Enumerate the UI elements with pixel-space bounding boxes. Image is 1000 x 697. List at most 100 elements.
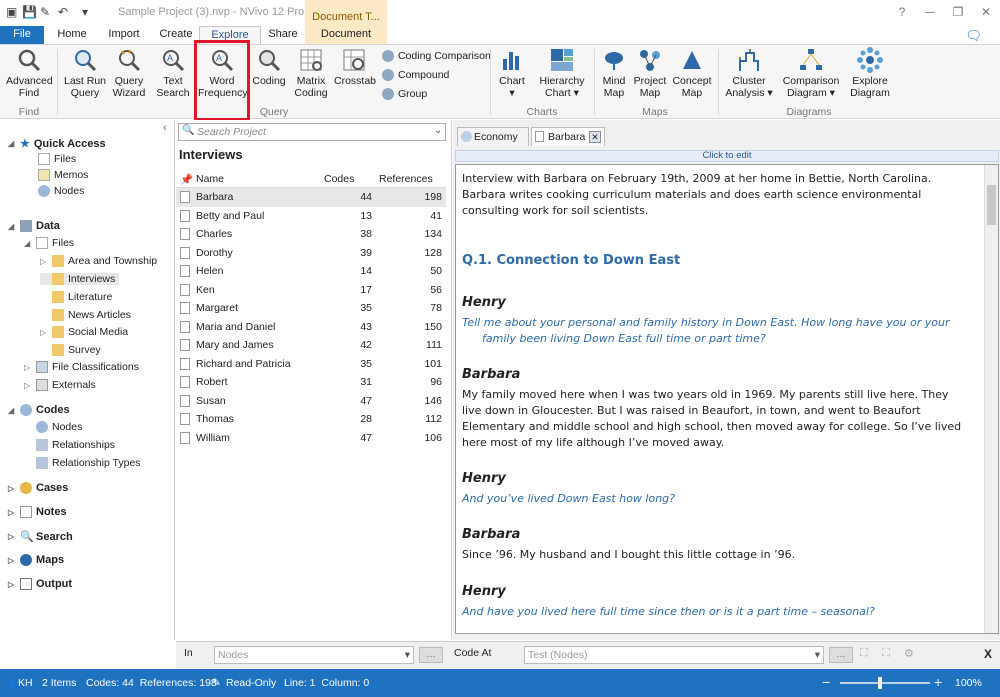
comparison-diagram-button[interactable]: Comparison Diagram ▾ bbox=[782, 47, 840, 99]
table-row[interactable]: Helen 14 50 bbox=[176, 262, 446, 281]
code-at-combo[interactable]: Test (Nodes) bbox=[524, 646, 824, 664]
close-button[interactable]: ✕ bbox=[972, 0, 1000, 26]
click-to-edit-bar[interactable]: Click to edit bbox=[455, 150, 999, 162]
nav-codes-nodes[interactable]: Nodes bbox=[24, 421, 82, 433]
table-row[interactable]: Charles 38 134 bbox=[176, 225, 446, 244]
compound-button[interactable]: Compound bbox=[382, 69, 449, 81]
in-combo[interactable]: Nodes bbox=[214, 646, 414, 664]
document-scrollbar[interactable] bbox=[984, 165, 998, 633]
save-icon[interactable]: 💾 bbox=[22, 5, 37, 19]
comparison-dropdown-icon[interactable]: ▾ bbox=[830, 87, 835, 99]
uncode-icon[interactable]: ⛶ bbox=[882, 647, 890, 660]
cluster-analysis-button[interactable]: Cluster Analysis ▾ bbox=[724, 47, 774, 99]
collapse-pane-icon[interactable]: ‹ bbox=[163, 122, 167, 134]
expand-icon[interactable]: ◢ bbox=[8, 139, 16, 148]
coding-query-button[interactable]: Coding bbox=[250, 47, 288, 87]
concept-map-button[interactable]: Concept Map bbox=[672, 47, 712, 99]
tab-create[interactable]: Create bbox=[157, 26, 195, 45]
table-row[interactable]: Barbara 44 198 bbox=[176, 188, 446, 207]
mind-map-button[interactable]: Mind Map bbox=[598, 47, 630, 99]
group-query-button[interactable]: Group bbox=[382, 88, 427, 100]
minimize-button[interactable]: ─ bbox=[916, 0, 944, 26]
edit-icon[interactable]: ✎ bbox=[40, 5, 50, 19]
last-run-query-button[interactable]: Last Run Query bbox=[62, 47, 108, 99]
col-references[interactable]: References bbox=[379, 173, 433, 185]
close-coding-bar-button[interactable]: X bbox=[984, 647, 992, 661]
hierarchy-chart-button[interactable]: Hierarchy Chart ▾ bbox=[536, 47, 588, 99]
nav-maps[interactable]: ▷ Maps bbox=[8, 554, 64, 566]
table-row[interactable]: Maria and Daniel 43 150 bbox=[176, 318, 446, 337]
nav-externals[interactable]: ▷ Externals bbox=[24, 379, 96, 391]
expand-icon[interactable]: ▷ bbox=[40, 257, 48, 266]
expand-icon[interactable]: ▷ bbox=[8, 508, 16, 517]
nav-qa-files[interactable]: Files bbox=[38, 153, 76, 165]
expand-icon[interactable]: ◢ bbox=[24, 239, 32, 248]
nav-folder-survey[interactable]: Survey bbox=[40, 344, 101, 356]
document-content[interactable]: Interview with Barbara on February 19th,… bbox=[455, 164, 999, 634]
tab-barbara[interactable]: Barbara ✕ bbox=[531, 127, 605, 146]
nav-cases[interactable]: ▷ Cases bbox=[8, 482, 68, 494]
expand-icon[interactable]: ▷ bbox=[24, 381, 32, 390]
tab-economy[interactable]: Economy bbox=[457, 127, 529, 146]
table-row[interactable]: Mary and James 42 111 bbox=[176, 336, 446, 355]
nav-qa-memos[interactable]: Memos bbox=[38, 169, 88, 181]
zoom-slider[interactable] bbox=[840, 677, 930, 689]
zoom-out-button[interactable]: − bbox=[822, 674, 830, 690]
expand-icon[interactable]: ▷ bbox=[8, 532, 16, 541]
expand-icon[interactable]: ▷ bbox=[8, 556, 16, 565]
comment-icon[interactable]: 🗨 bbox=[965, 28, 982, 44]
nav-folder-interviews[interactable]: Interviews bbox=[40, 273, 120, 285]
code-icon[interactable]: ⛶ bbox=[860, 647, 868, 660]
table-row[interactable]: Margaret 35 78 bbox=[176, 299, 446, 318]
table-row[interactable]: Thomas 28 112 bbox=[176, 410, 446, 429]
chevron-down-icon[interactable]: ⌄ bbox=[434, 125, 442, 136]
expand-icon[interactable]: ◢ bbox=[8, 222, 16, 231]
query-wizard-button[interactable]: Query Wizard bbox=[110, 47, 148, 99]
table-row[interactable]: William 47 106 bbox=[176, 429, 446, 448]
crosstab-button[interactable]: Crosstab bbox=[334, 47, 376, 87]
in-browse-button[interactable]: ... bbox=[419, 647, 443, 663]
nav-folder-literature[interactable]: Literature bbox=[40, 291, 112, 303]
nav-quick-access[interactable]: ◢ ★ Quick Access bbox=[8, 137, 106, 151]
nav-folder-social[interactable]: ▷ Social Media bbox=[40, 326, 128, 338]
nav-notes[interactable]: ▷ Notes bbox=[8, 506, 67, 518]
tab-document[interactable]: Document bbox=[305, 26, 387, 45]
nav-output[interactable]: ▷ Output bbox=[8, 578, 72, 590]
table-row[interactable]: Betty and Paul 13 41 bbox=[176, 207, 446, 226]
nav-file-classifications[interactable]: ▷ File Classifications bbox=[24, 361, 139, 373]
nav-qa-nodes[interactable]: Nodes bbox=[38, 185, 84, 197]
expand-icon[interactable]: ▷ bbox=[8, 484, 16, 493]
customize-qat-icon[interactable]: ▾ bbox=[82, 5, 88, 19]
help-button[interactable]: ? bbox=[888, 0, 916, 26]
nav-folder-news[interactable]: News Articles bbox=[40, 309, 131, 321]
nav-files[interactable]: ◢ Files bbox=[24, 237, 74, 249]
tab-share[interactable]: Share bbox=[265, 26, 301, 45]
nav-folder-area[interactable]: ▷ Area and Township bbox=[40, 255, 157, 267]
undo-icon[interactable]: ↶ bbox=[58, 5, 68, 19]
zoom-slider-thumb[interactable] bbox=[878, 677, 882, 689]
tab-import[interactable]: Import bbox=[104, 26, 144, 45]
hierarchy-dropdown-icon[interactable]: ▾ bbox=[574, 87, 579, 99]
table-row[interactable]: Ken 17 56 bbox=[176, 281, 446, 300]
scrollbar-thumb[interactable] bbox=[987, 185, 996, 225]
text-search-button[interactable]: A Text Search bbox=[154, 47, 192, 99]
close-tab-icon[interactable]: ✕ bbox=[589, 131, 601, 143]
options-icon[interactable]: ⚙ bbox=[904, 647, 914, 660]
nav-codes[interactable]: ◢ Codes bbox=[8, 404, 70, 416]
expand-icon[interactable]: ▷ bbox=[40, 328, 48, 337]
table-row[interactable]: Richard and Patricia 35 101 bbox=[176, 355, 446, 374]
expand-icon[interactable]: ▷ bbox=[8, 580, 16, 589]
table-row[interactable]: Dorothy 39 128 bbox=[176, 244, 446, 263]
cluster-dropdown-icon[interactable]: ▾ bbox=[767, 87, 772, 99]
nav-relationships[interactable]: Relationships bbox=[24, 439, 115, 451]
matrix-coding-button[interactable]: Matrix Coding bbox=[292, 47, 330, 99]
tab-home[interactable]: Home bbox=[54, 26, 90, 45]
chart-button[interactable]: Chart ▾ bbox=[496, 47, 528, 99]
zoom-in-button[interactable]: + bbox=[934, 674, 942, 690]
code-at-browse-button[interactable]: ... bbox=[829, 647, 853, 663]
col-name[interactable]: Name bbox=[196, 173, 224, 185]
expand-icon[interactable]: ◢ bbox=[8, 406, 16, 415]
explore-diagram-button[interactable]: Explore Diagram bbox=[846, 47, 894, 99]
coding-comparison-button[interactable]: Coding Comparison bbox=[382, 50, 491, 62]
nav-relationship-types[interactable]: Relationship Types bbox=[24, 457, 141, 469]
